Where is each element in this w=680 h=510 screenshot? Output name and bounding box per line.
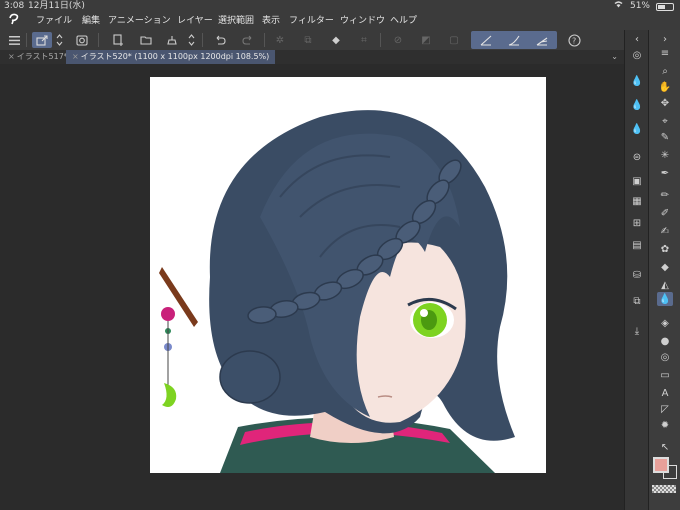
- brush-icon[interactable]: ✐: [657, 206, 673, 220]
- fill-icon[interactable]: ◆: [328, 32, 344, 48]
- pen-icon[interactable]: ✒: [657, 166, 673, 180]
- menu-file[interactable]: ファイル: [36, 13, 72, 30]
- menu-window[interactable]: ウィンドウ: [340, 13, 385, 30]
- menu-selection[interactable]: 選択範囲: [218, 13, 254, 30]
- menu-view[interactable]: 表示: [262, 13, 280, 30]
- menu-filter[interactable]: フィルター: [289, 13, 334, 30]
- navigator-icon[interactable]: ◎: [629, 48, 645, 62]
- collapse-left-icon[interactable]: ‹: [629, 32, 645, 46]
- select-layer-icon[interactable]: ⌖: [657, 114, 673, 128]
- menu-help[interactable]: ヘルプ: [390, 13, 417, 30]
- fill-icon[interactable]: ◈: [657, 316, 673, 330]
- redo-icon[interactable]: [240, 32, 256, 48]
- status-date: 12月11日(水): [28, 1, 85, 11]
- color-wheel-icon[interactable]: ▣: [629, 174, 645, 188]
- layer-search-icon[interactable]: ⛁: [629, 268, 645, 282]
- tool-palette: › ≡ ⌕ ✋ ✥ ⌖ ✎ ✳ ✒ ✏ ✐ ✍ ✿ ◆ ◭ 💧 ◈ ● ◎ ▭ …: [648, 30, 680, 510]
- curve-ruler-icon[interactable]: [506, 32, 522, 48]
- text-icon[interactable]: A: [657, 386, 673, 400]
- subtool-icon[interactable]: 💧: [629, 74, 645, 88]
- color-set-icon[interactable]: ▦: [629, 194, 645, 208]
- toolbar-divider: [98, 33, 99, 47]
- line-icon[interactable]: ◸: [657, 402, 673, 416]
- eyedropper-icon[interactable]: ✎: [657, 130, 673, 144]
- toolbar-divider: [380, 33, 381, 47]
- perspective-ruler-icon[interactable]: [534, 32, 550, 48]
- gradient-icon[interactable]: ◭: [657, 278, 673, 292]
- eraser-icon[interactable]: ◆: [657, 260, 673, 274]
- open-folder-icon[interactable]: [138, 32, 154, 48]
- wifi-icon: [613, 0, 624, 13]
- close-tab-icon[interactable]: ×: [8, 52, 15, 61]
- status-right: 51%: [613, 0, 674, 13]
- menu-animation[interactable]: アニメーション: [108, 13, 171, 30]
- select-icon[interactable]: ▢: [446, 32, 462, 48]
- spinner-icon[interactable]: [186, 32, 196, 48]
- ruler-icon[interactable]: [478, 32, 494, 48]
- tab-label: イラスト520* (1100 x 1100px 1200dpi 108.5%): [80, 52, 270, 61]
- menu-layer[interactable]: レイヤー: [177, 13, 213, 30]
- artwork-illustration: [159, 110, 515, 473]
- status-time: 3:08: [4, 1, 25, 11]
- tab-document-1[interactable]: × イラスト517*: [2, 50, 74, 64]
- panel-strip: ‹ ◎ 💧 💧 💧 ⊜ ▣ ▦ ⊞ ▤ ⛁ ⧉ ⤓: [624, 30, 649, 510]
- spinner-icon[interactable]: [54, 32, 64, 48]
- subtool-icon[interactable]: 💧: [629, 98, 645, 112]
- main-color-swatch[interactable]: [653, 457, 669, 473]
- menu-bar: ファイル 編集 アニメーション レイヤー 選択範囲 表示 フィルター ウィンドウ…: [0, 13, 680, 30]
- subtool-icon[interactable]: 💧: [629, 122, 645, 136]
- new-canvas-icon[interactable]: [110, 32, 126, 48]
- chevron-down-icon[interactable]: ⌄: [611, 50, 618, 64]
- layer-property-icon[interactable]: ▤: [629, 238, 645, 252]
- menu-icon[interactable]: [6, 32, 22, 48]
- camera-icon[interactable]: [74, 32, 90, 48]
- collapse-right-icon[interactable]: ›: [657, 32, 673, 46]
- toolbar-divider: [26, 33, 27, 47]
- frame-icon[interactable]: ◎: [657, 350, 673, 364]
- tool-property-icon[interactable]: ⊜: [629, 150, 645, 164]
- tab-document-2[interactable]: × イラスト520* (1100 x 1100px 1200dpi 108.5%): [66, 50, 276, 64]
- blend-icon[interactable]: 💧: [657, 292, 673, 306]
- undo-icon[interactable]: [212, 32, 228, 48]
- document-tabs: × イラスト517* × イラスト520* (1100 x 1100px 1200d…: [0, 50, 624, 64]
- layer-move-icon[interactable]: [32, 32, 52, 48]
- speed-line-icon[interactable]: ✹: [657, 418, 673, 432]
- layer-icon[interactable]: ⧉: [629, 294, 645, 308]
- export-icon[interactable]: ⤓: [629, 324, 645, 338]
- move-icon[interactable]: ✥: [657, 96, 673, 110]
- airbrush-icon[interactable]: ✍: [657, 224, 673, 238]
- workspace[interactable]: [0, 64, 624, 510]
- command-bar: ✲ ⧉ ◆ ⌗ ⊘ ◩ ▢ ?: [0, 30, 624, 51]
- close-tab-icon[interactable]: ×: [72, 52, 79, 61]
- decoration-icon[interactable]: ✿: [657, 242, 673, 256]
- figure-icon[interactable]: ●: [657, 334, 673, 348]
- save-icon[interactable]: [164, 32, 180, 48]
- pencil-icon[interactable]: ✏: [657, 188, 673, 202]
- battery-icon: [656, 2, 674, 11]
- status-bar: 3:08 12月11日(水) 51%: [0, 0, 680, 13]
- object-icon[interactable]: ↖: [657, 440, 673, 454]
- transform-icon[interactable]: ✲: [272, 32, 288, 48]
- invert-icon[interactable]: ◩: [418, 32, 434, 48]
- crop-icon[interactable]: ⌗: [356, 32, 372, 48]
- toolbar-divider: [264, 33, 265, 47]
- svg-text:?: ?: [572, 36, 576, 45]
- zoom-icon[interactable]: ⌕: [657, 64, 673, 78]
- battery-percent: 51%: [629, 1, 650, 11]
- balloon-icon[interactable]: ▭: [657, 368, 673, 382]
- menu-edit[interactable]: 編集: [82, 13, 100, 30]
- hand-icon[interactable]: ✋: [657, 80, 673, 94]
- drawing-canvas[interactable]: [150, 77, 546, 473]
- palette-grip-icon: ≡: [660, 47, 670, 59]
- tab-label: イラスト517*: [16, 52, 68, 61]
- toolbar-divider: [202, 33, 203, 47]
- select-all-icon[interactable]: ⧉: [300, 32, 316, 48]
- material-icon[interactable]: ⊞: [629, 216, 645, 230]
- help-icon[interactable]: ?: [566, 32, 582, 48]
- app-logo-icon[interactable]: [8, 13, 20, 30]
- wand-icon[interactable]: ✳: [657, 148, 673, 162]
- transparent-color-swatch[interactable]: [652, 485, 676, 493]
- deselect-icon[interactable]: ⊘: [390, 32, 406, 48]
